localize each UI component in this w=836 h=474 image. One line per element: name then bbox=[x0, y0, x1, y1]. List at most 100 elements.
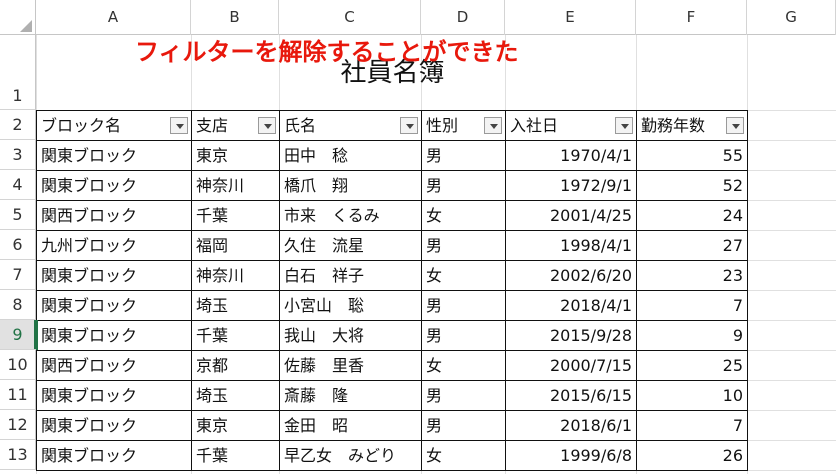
filter-dropdown-icon[interactable] bbox=[615, 117, 633, 134]
row-header-4[interactable]: 4 bbox=[0, 170, 36, 200]
table-cell[interactable]: 男 bbox=[421, 170, 506, 201]
table-cell[interactable]: 2018/4/1 bbox=[505, 290, 637, 321]
row-header-2[interactable]: 2 bbox=[0, 110, 36, 140]
table-cell[interactable]: 千葉 bbox=[191, 440, 280, 471]
table-cell[interactable]: 小宮山 聡 bbox=[279, 290, 422, 321]
table-cell[interactable]: 東京 bbox=[191, 410, 280, 441]
filter-dropdown-icon[interactable] bbox=[726, 117, 744, 134]
table-cell[interactable]: 関東ブロック bbox=[36, 140, 192, 171]
table-cell[interactable]: 我山 大将 bbox=[279, 320, 422, 351]
row-header-9[interactable]: 9 bbox=[0, 320, 36, 350]
table-cell[interactable]: 男 bbox=[421, 290, 506, 321]
table-header-cell[interactable]: 支店 bbox=[191, 110, 280, 141]
table-cell[interactable]: 久住 流星 bbox=[279, 230, 422, 261]
table-cell[interactable]: 関東ブロック bbox=[36, 320, 192, 351]
table-cell[interactable]: 斎藤 隆 bbox=[279, 380, 422, 411]
table-cell[interactable]: 7 bbox=[636, 290, 748, 321]
table-cell[interactable]: 関東ブロック bbox=[36, 170, 192, 201]
filter-dropdown-icon[interactable] bbox=[170, 117, 188, 134]
table-cell[interactable]: 24 bbox=[636, 200, 748, 231]
row-header-10[interactable]: 10 bbox=[0, 350, 36, 380]
table-cell[interactable]: 市来 くるみ bbox=[279, 200, 422, 231]
table-cell[interactable]: 1999/6/8 bbox=[505, 440, 637, 471]
table-cell[interactable]: 2001/4/25 bbox=[505, 200, 637, 231]
select-all-button[interactable] bbox=[0, 0, 36, 35]
table-cell[interactable]: 2015/6/15 bbox=[505, 380, 637, 411]
table-cell[interactable]: 千葉 bbox=[191, 200, 280, 231]
table-cell[interactable]: 1972/9/1 bbox=[505, 170, 637, 201]
table-cell[interactable]: 26 bbox=[636, 440, 748, 471]
table-cell[interactable]: 埼玉 bbox=[191, 380, 280, 411]
table-cell[interactable]: 男 bbox=[421, 230, 506, 261]
column-header-b[interactable]: B bbox=[191, 0, 279, 35]
table-cell[interactable]: 金田 昭 bbox=[279, 410, 422, 441]
table-cell[interactable]: 女 bbox=[421, 200, 506, 231]
row-header-5[interactable]: 5 bbox=[0, 200, 36, 230]
table-header-cell[interactable]: 性別 bbox=[421, 110, 506, 141]
filter-dropdown-icon[interactable] bbox=[484, 117, 502, 134]
row-header-8[interactable]: 8 bbox=[0, 290, 36, 320]
table-cell[interactable]: 27 bbox=[636, 230, 748, 261]
table-cell[interactable]: 橋爪 翔 bbox=[279, 170, 422, 201]
table-cell[interactable]: 関東ブロック bbox=[36, 410, 192, 441]
row-header-3[interactable]: 3 bbox=[0, 140, 36, 170]
table-cell[interactable]: 関西ブロック bbox=[36, 350, 192, 381]
table-cell[interactable]: 女 bbox=[421, 350, 506, 381]
table-cell[interactable]: 埼玉 bbox=[191, 290, 280, 321]
row-header-7[interactable]: 7 bbox=[0, 260, 36, 290]
table-cell[interactable]: 2002/6/20 bbox=[505, 260, 637, 291]
column-header-c[interactable]: C bbox=[279, 0, 421, 35]
table-cell[interactable]: 男 bbox=[421, 320, 506, 351]
table-cell[interactable]: 女 bbox=[421, 440, 506, 471]
table-cell[interactable]: 関東ブロック bbox=[36, 440, 192, 471]
table-cell[interactable]: 52 bbox=[636, 170, 748, 201]
row-header-6[interactable]: 6 bbox=[0, 230, 36, 260]
table-cell[interactable]: 23 bbox=[636, 260, 748, 291]
table-cell[interactable]: 福岡 bbox=[191, 230, 280, 261]
table-cell[interactable]: 1970/4/1 bbox=[505, 140, 637, 171]
table-cell[interactable]: 2015/9/28 bbox=[505, 320, 637, 351]
table-cell[interactable]: 男 bbox=[421, 410, 506, 441]
row-header-13[interactable]: 13 bbox=[0, 440, 36, 470]
row-header-11[interactable]: 11 bbox=[0, 380, 36, 410]
table-cell[interactable]: 関西ブロック bbox=[36, 200, 192, 231]
table-cell[interactable]: 九州ブロック bbox=[36, 230, 192, 261]
table-cell[interactable]: 7 bbox=[636, 410, 748, 441]
table-cell[interactable]: 女 bbox=[421, 260, 506, 291]
table-header-cell[interactable]: ブロック名 bbox=[36, 110, 192, 141]
table-cell[interactable]: 早乙女 みどり bbox=[279, 440, 422, 471]
table-cell[interactable]: 2000/7/15 bbox=[505, 350, 637, 381]
column-header-d[interactable]: D bbox=[421, 0, 505, 35]
table-header-cell[interactable]: 氏名 bbox=[279, 110, 422, 141]
cell-value: 1998/4/1 bbox=[560, 236, 632, 255]
table-cell[interactable]: 1998/4/1 bbox=[505, 230, 637, 261]
column-header-a[interactable]: A bbox=[36, 0, 191, 35]
filter-dropdown-icon[interactable] bbox=[400, 117, 418, 134]
filter-dropdown-icon[interactable] bbox=[258, 117, 276, 134]
table-cell[interactable]: 田中 稔 bbox=[279, 140, 422, 171]
table-cell[interactable]: 55 bbox=[636, 140, 748, 171]
table-cell[interactable]: 25 bbox=[636, 350, 748, 381]
row-header-12[interactable]: 12 bbox=[0, 410, 36, 440]
table-cell[interactable]: 10 bbox=[636, 380, 748, 411]
table-cell[interactable]: 9 bbox=[636, 320, 748, 351]
table-cell[interactable]: 関東ブロック bbox=[36, 290, 192, 321]
table-cell[interactable]: 白石 祥子 bbox=[279, 260, 422, 291]
table-cell[interactable]: 京都 bbox=[191, 350, 280, 381]
column-header-g[interactable]: G bbox=[747, 0, 836, 35]
table-cell[interactable]: 千葉 bbox=[191, 320, 280, 351]
table-header-cell[interactable]: 勤務年数 bbox=[636, 110, 748, 141]
column-header-e[interactable]: E bbox=[505, 0, 636, 35]
table-cell[interactable]: 関東ブロック bbox=[36, 380, 192, 411]
column-header-f[interactable]: F bbox=[636, 0, 747, 35]
table-cell[interactable]: 男 bbox=[421, 380, 506, 411]
table-cell[interactable]: 神奈川 bbox=[191, 170, 280, 201]
table-cell[interactable]: 男 bbox=[421, 140, 506, 171]
table-cell[interactable]: 東京 bbox=[191, 140, 280, 171]
table-cell[interactable]: 神奈川 bbox=[191, 260, 280, 291]
row-header-1[interactable]: 1 bbox=[0, 35, 36, 110]
table-cell[interactable]: 佐藤 里香 bbox=[279, 350, 422, 381]
table-header-cell[interactable]: 入社日 bbox=[505, 110, 637, 141]
table-cell[interactable]: 関東ブロック bbox=[36, 260, 192, 291]
table-cell[interactable]: 2018/6/1 bbox=[505, 410, 637, 441]
